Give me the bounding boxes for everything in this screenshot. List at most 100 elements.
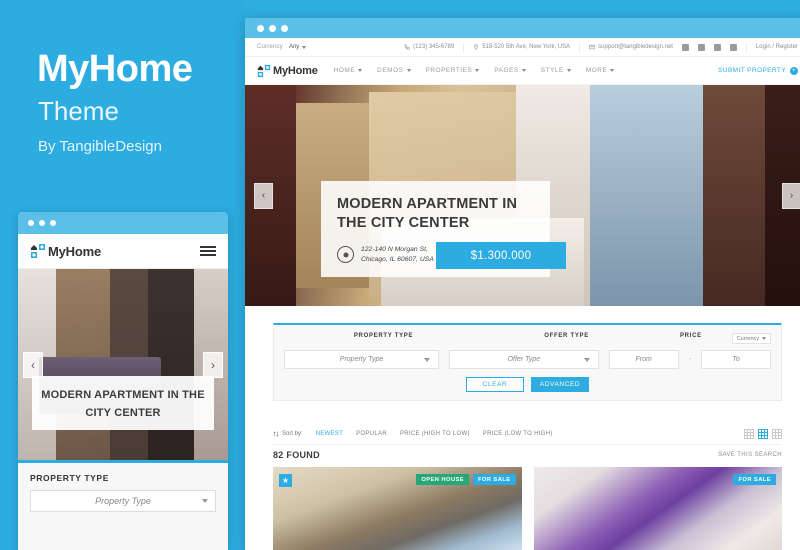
nav-item-home[interactable]: HOME	[334, 67, 363, 74]
grid-small-icon[interactable]	[744, 428, 754, 439]
search-labels-row: PROPERTY TYPE OFFER TYPE PRICE Currency	[284, 333, 771, 344]
label-price: PRICE	[679, 333, 702, 339]
sort-option-price-high-low[interactable]: PRICE (HIGH TO LOW)	[400, 431, 470, 437]
hero-caption-card: MODERN APARTMENT IN THE CITY CENTER 122-…	[321, 181, 566, 278]
nav-item-style[interactable]: STYLE	[541, 67, 571, 74]
sort-option-popular[interactable]: POPULAR	[356, 431, 387, 437]
nav-label: MORE	[585, 67, 608, 74]
nav-item-more[interactable]: MORE	[586, 67, 615, 74]
chevron-down-icon	[202, 499, 208, 503]
chevron-down-icon	[521, 69, 526, 72]
sort-by-text: Sort by:	[282, 430, 303, 437]
view-mode-toggles	[744, 428, 782, 439]
badge-for-sale: FOR SALE	[733, 474, 776, 485]
currency-select[interactable]: Any	[288, 44, 307, 50]
mobile-header: MyHome	[18, 234, 228, 269]
card-badges: FOR SALE	[733, 474, 776, 485]
hero-slider-prev[interactable]: ‹	[254, 182, 273, 209]
window-dot-maximize[interactable]	[281, 24, 288, 32]
label-offer-type: OFFER TYPE	[544, 333, 589, 339]
twitter-icon[interactable]	[697, 43, 705, 51]
phone-icon	[404, 44, 410, 50]
hamburger-icon[interactable]	[200, 246, 216, 256]
offer-type-select[interactable]: Offer Type	[449, 350, 599, 369]
results-count: 82 FOUND	[273, 450, 320, 460]
badge-for-sale: FOR SALE	[472, 474, 516, 485]
mobile-slider-next[interactable]: ›	[203, 351, 223, 378]
property-type-select[interactable]: Property Type	[284, 350, 440, 369]
sort-option-newest[interactable]: NEWEST	[316, 431, 343, 437]
mobile-slide-title: MODERN APARTMENT IN THE CITY CENTER	[41, 389, 205, 419]
utility-topbar: Currency Any (123) 345-6789 518-520 5th …	[245, 38, 800, 57]
envelope-icon	[589, 44, 595, 50]
price-range-dash: -	[688, 356, 691, 363]
chevron-down-icon	[583, 357, 590, 362]
instagram-icon[interactable]	[713, 43, 721, 51]
advanced-button[interactable]: ADVANCED	[531, 377, 589, 392]
window-dot-close[interactable]	[257, 24, 264, 32]
nav-item-properties[interactable]: PROPERTIES	[426, 67, 480, 74]
hero-slider-next[interactable]: ›	[782, 182, 800, 209]
search-buttons-row: CLEAR ADVANCED	[284, 377, 771, 392]
grid-large-icon[interactable]	[758, 428, 768, 439]
hero-address: 122-140 N Morgan St, Chicago, IL 60607, …	[361, 245, 434, 265]
price-from-input[interactable]: From	[608, 350, 679, 369]
hero-price-badge[interactable]: $1.300.000	[436, 242, 566, 270]
clear-button[interactable]: CLEAR	[466, 377, 524, 392]
price-to-input[interactable]: To	[701, 350, 771, 369]
list-icon[interactable]	[772, 428, 782, 439]
badge-open-house: OPEN HOUSE	[416, 474, 469, 485]
property-card[interactable]: FOR SALE	[533, 467, 782, 550]
star-icon[interactable]: ★	[279, 474, 292, 487]
linkedin-icon[interactable]	[729, 43, 737, 51]
submit-property-button[interactable]: SUBMIT PROPERTY +	[718, 66, 798, 75]
sort-by-label-group: Sort by:	[273, 431, 303, 437]
map-pin-icon	[474, 44, 479, 50]
mobile-field-label: PROPERTY TYPE	[30, 473, 109, 483]
results-summary-row: 82 FOUND SAVE THIS SEARCH	[273, 445, 782, 465]
hero-slider: ‹ › MODERN APARTMENT IN THE CITY CENTER …	[245, 85, 800, 306]
promo-panel: MyHome Theme By TangibleDesign MyHome ‹ …	[0, 0, 245, 550]
nav-links: HOME DEMOS PROPERTIES PAGES STYLE MORE	[334, 67, 615, 74]
sort-option-price-low-high[interactable]: PRICE (LOW TO HIGH)	[483, 431, 553, 437]
hero-decor	[702, 85, 765, 306]
main-navigation: MyHome HOME DEMOS PROPERTIES PAGES STYLE	[245, 57, 800, 85]
facebook-icon[interactable]	[681, 43, 689, 51]
mobile-logo[interactable]: MyHome	[30, 243, 101, 259]
chevron-down-icon	[566, 69, 571, 72]
window-dot-close	[28, 220, 34, 226]
window-dot-minimize	[39, 220, 45, 226]
site-logo-text: MyHome	[273, 64, 318, 77]
window-dot-maximize	[50, 220, 56, 226]
mobile-browser-chrome	[18, 212, 228, 234]
mobile-slider-prev[interactable]: ‹	[23, 351, 43, 378]
offer-type-value: Offer Type	[507, 356, 541, 363]
chevron-down-icon	[302, 45, 307, 49]
mobile-property-type-select[interactable]: Property Type	[30, 490, 216, 512]
hero-title: MODERN APARTMENT IN THE CITY CENTER	[337, 196, 518, 231]
chevron-down-icon	[762, 337, 766, 340]
email-item[interactable]: support@tangibledesign.net	[589, 44, 673, 50]
promo-title: MyHome	[37, 48, 193, 90]
nav-label: PROPERTIES	[425, 67, 473, 74]
chevron-down-icon	[406, 69, 411, 72]
nav-item-pages[interactable]: PAGES	[494, 67, 526, 74]
phone-number: (123) 345-6789	[413, 44, 455, 50]
currency-select[interactable]: Currency	[731, 333, 771, 344]
window-dot-minimize[interactable]	[269, 24, 276, 32]
save-search-link[interactable]: SAVE THIS SEARCH	[718, 452, 782, 458]
hero-address-line1: 122-140 N Morgan St,	[361, 245, 428, 253]
hero-decor	[589, 85, 703, 306]
chevron-down-icon	[358, 69, 363, 72]
house-logo-icon	[257, 64, 271, 78]
currency-value: Any	[288, 44, 300, 50]
nav-label: HOME	[333, 67, 356, 74]
email-address: support@tangibledesign.net	[598, 44, 673, 50]
nav-item-demos[interactable]: DEMOS	[377, 67, 411, 74]
login-register-link[interactable]: Login / Register	[756, 44, 798, 50]
site-logo[interactable]: MyHome	[257, 64, 318, 78]
promo-subtitle: Theme	[38, 96, 119, 126]
nav-label: PAGES	[494, 67, 519, 74]
phone-item[interactable]: (123) 345-6789	[404, 44, 454, 50]
property-card[interactable]: ★ OPEN HOUSE FOR SALE	[273, 467, 522, 550]
